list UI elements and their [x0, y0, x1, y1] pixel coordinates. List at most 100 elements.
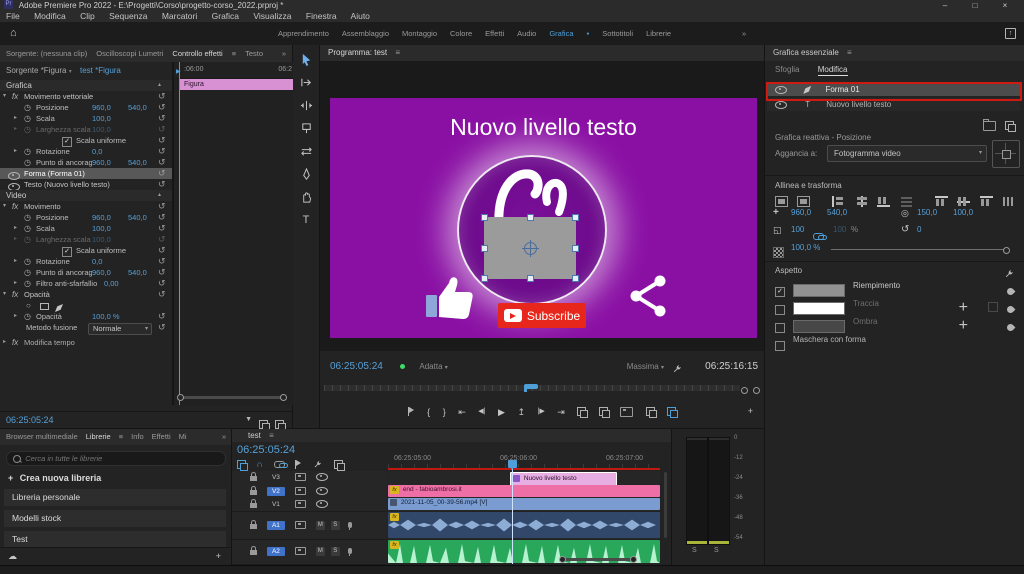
close-button[interactable]: ×	[992, 0, 1018, 11]
align-right-icon[interactable]	[979, 196, 993, 207]
razor-tool[interactable]	[299, 122, 313, 136]
stroke-swatch[interactable]	[793, 302, 845, 316]
nest-icon[interactable]	[237, 460, 248, 472]
tab-effetti[interactable]: Effetti	[152, 429, 171, 445]
scrubber-playhead[interactable]	[524, 384, 538, 392]
panel-menu-icon[interactable]: ≡	[232, 45, 236, 62]
workspace-apprendimento[interactable]: Apprendimento	[278, 22, 329, 45]
reset-icon[interactable]: ↺	[158, 168, 166, 179]
checkbox-unchecked[interactable]	[775, 304, 785, 315]
solo-button[interactable]: S	[330, 546, 340, 556]
add-marker-icon[interactable]	[295, 460, 302, 470]
timeline-timecode[interactable]: 06:25:05:24	[237, 444, 295, 456]
source-clip-label[interactable]: Sorgente *Figura	[6, 66, 66, 75]
handle-w[interactable]	[481, 245, 488, 252]
track-target-v3[interactable]: V3	[267, 473, 285, 482]
effect-modifica-tempo[interactable]: ▸ fx Modifica tempo	[0, 337, 172, 348]
lock-icon[interactable]	[250, 472, 257, 482]
source-monitor-icon[interactable]	[294, 547, 306, 556]
workspace-effetti[interactable]: Effetti	[485, 22, 504, 45]
settings-wrench-icon[interactable]	[672, 362, 682, 378]
library-item-test[interactable]: Test	[4, 531, 226, 548]
workspace-audio[interactable]: Audio	[517, 22, 536, 45]
track-v2-lane[interactable]: fx end - fabioambrosi.it	[388, 485, 660, 498]
program-title[interactable]: Programma: test	[328, 48, 387, 57]
eg-rotation[interactable]: 0	[917, 225, 921, 234]
eg-anchor-y[interactable]: 100,0	[953, 208, 973, 217]
panel-menu-icon[interactable]: ≡	[269, 431, 274, 440]
layer-forma-01[interactable]: Forma (Forma 01) ↺	[0, 168, 172, 181]
menu-sequenza[interactable]: Sequenza	[109, 11, 147, 21]
handle-sw[interactable]	[481, 275, 488, 282]
library-item-modelli-stock[interactable]: Modelli stock	[4, 510, 226, 527]
new-folder-icon[interactable]	[983, 118, 996, 131]
go-to-in-icon[interactable]: ⇤	[458, 407, 466, 417]
align-bottom-icon[interactable]	[877, 196, 891, 208]
menu-finestra[interactable]: Finestra	[306, 11, 337, 21]
menu-grafica[interactable]: Grafica	[212, 11, 239, 21]
slip-tool[interactable]	[299, 145, 313, 159]
tab-sorgente[interactable]: Sorgente: (nessuna clip)	[6, 45, 87, 62]
scroll-handle-right[interactable]	[280, 394, 287, 401]
fill-swatch[interactable]	[793, 284, 845, 298]
align-to-selection-icon[interactable]	[797, 196, 811, 208]
add-shadow-icon[interactable]: +	[959, 317, 968, 335]
keyframe-lane[interactable]: ▶ :06:00 06:2 Figura	[172, 62, 294, 405]
tab-oscilloscopi[interactable]: Oscilloscopi Lumetri	[96, 45, 163, 62]
section-video[interactable]: Video ▴	[0, 190, 172, 201]
handle-s[interactable]	[527, 275, 534, 282]
stopwatch-icon[interactable]: ◷	[24, 102, 31, 113]
source-monitor-icon[interactable]	[294, 487, 306, 496]
mute-button[interactable]: M	[315, 546, 325, 556]
reset-icon[interactable]: ↺	[158, 223, 166, 234]
vertical-scrollbar[interactable]	[664, 472, 667, 538]
opacity-slider[interactable]	[831, 249, 1006, 250]
track-select-tool[interactable]	[299, 76, 313, 90]
value[interactable]: 100,0	[92, 113, 111, 124]
track-target-a1[interactable]: A1	[266, 520, 285, 530]
library-search-box[interactable]	[6, 451, 226, 466]
search-input[interactable]	[23, 453, 198, 464]
zoom-handle-left[interactable]	[559, 556, 566, 563]
effect-vector-motion[interactable]: ▾ fx Movimento vettoriale ↺	[0, 91, 172, 102]
track-header-v3[interactable]: V3	[232, 471, 387, 486]
value[interactable]: 0,00	[104, 278, 119, 289]
stopwatch-icon[interactable]: ◷	[24, 278, 31, 289]
value-y[interactable]: 540,0	[128, 102, 147, 113]
lane-clip-figura[interactable]: Figura	[180, 79, 294, 90]
tab-controllo-effetti[interactable]: Controllo effetti	[172, 45, 222, 62]
align-h-center-icon[interactable]	[855, 196, 868, 208]
track-a1-lane[interactable]: fx	[388, 512, 660, 539]
track-output-eye-icon[interactable]	[315, 487, 328, 496]
track-header-v2[interactable]: V2	[232, 485, 387, 499]
eyedropper-icon[interactable]	[1005, 322, 1016, 333]
voiceover-mic-icon[interactable]	[347, 522, 352, 531]
workspace-sottotitoli[interactable]: Sottotitoli	[602, 22, 633, 45]
track-v1-lane[interactable]: 2021-11-05_00-39-56.mp4 [V]	[388, 498, 660, 511]
mark-in-icon[interactable]: {	[427, 407, 430, 417]
reset-icon[interactable]: ↺	[158, 212, 166, 223]
checkbox-checked[interactable]: ✓	[775, 286, 785, 297]
stopwatch-icon[interactable]: ◷	[24, 113, 31, 124]
handle-e[interactable]	[572, 245, 579, 252]
play-button-icon[interactable]: ▶	[498, 407, 505, 417]
zoom-handle-right[interactable]	[753, 387, 760, 394]
value-x[interactable]: 960,0	[92, 102, 111, 113]
menu-visualizza[interactable]: Visualizza	[253, 11, 291, 21]
eg-anchor-x[interactable]: 150,0	[917, 208, 937, 217]
track-header-v1[interactable]: V1	[232, 498, 387, 512]
solo-button[interactable]: S	[330, 520, 340, 530]
program-current-timecode[interactable]: 06:25:05:24	[330, 361, 383, 372]
zoom-fit-dropdown[interactable]: Adatta ▾	[419, 362, 447, 371]
value[interactable]: 0,0	[92, 146, 102, 157]
clip-mp4-video[interactable]: 2021-11-05_00-39-56.mp4 [V]	[388, 498, 660, 510]
eg-scale[interactable]: 100	[791, 225, 804, 234]
reset-icon[interactable]: ↺	[158, 113, 166, 124]
track-target-a2[interactable]: A2	[266, 546, 285, 556]
lock-icon[interactable]	[250, 499, 257, 509]
lock-icon[interactable]	[250, 486, 257, 496]
timeline-ruler[interactable]: 06:25:05:00 06:25:06:00 06:25:07:00	[388, 455, 660, 468]
ripple-edit-tool[interactable]	[299, 99, 313, 113]
caret-down-icon[interactable]: ▾	[3, 91, 6, 102]
stopwatch-icon[interactable]: ◷	[24, 157, 31, 168]
